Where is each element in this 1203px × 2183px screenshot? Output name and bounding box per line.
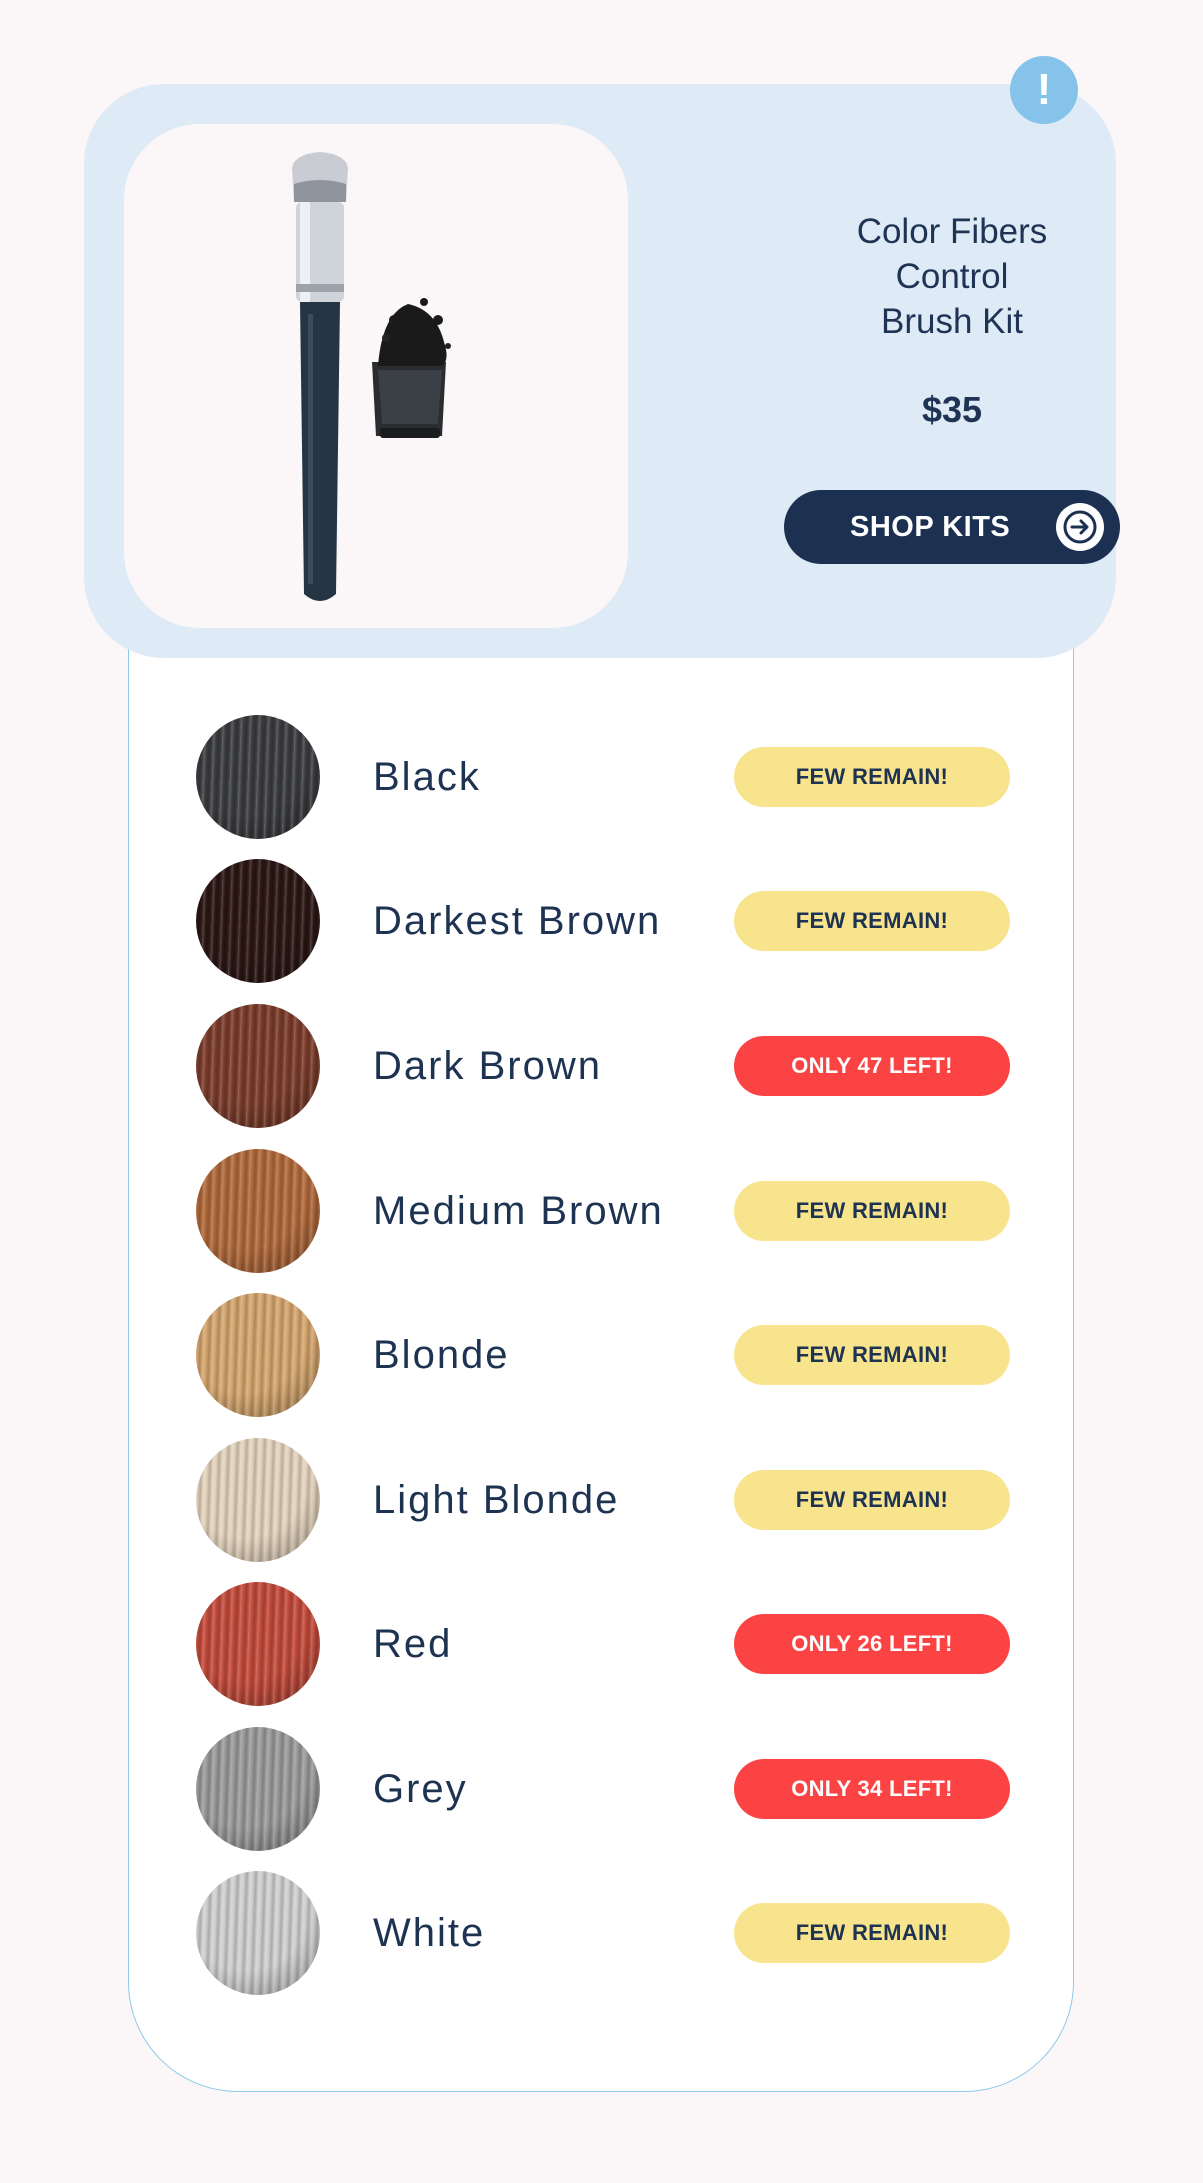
shade-row-light-blonde[interactable]: Light Blonde FEW REMAIN! (129, 1438, 1075, 1562)
stock-badge: ONLY 26 LEFT! (734, 1614, 1010, 1674)
product-image[interactable] (124, 124, 628, 628)
shade-row-white[interactable]: White FEW REMAIN! (129, 1871, 1075, 1995)
stock-badge: FEW REMAIN! (734, 891, 1010, 951)
shade-name: White (373, 1910, 486, 1955)
stock-badge: FEW REMAIN! (734, 1470, 1010, 1530)
shade-row-blonde[interactable]: Blonde FEW REMAIN! (129, 1293, 1075, 1417)
exclamation-icon[interactable]: ! (1010, 56, 1078, 124)
shade-list: Black FEW REMAIN! Darkest Brown FEW REMA… (128, 560, 1074, 2092)
shade-name: Medium Brown (373, 1188, 664, 1233)
swatch-grey (196, 1727, 320, 1851)
brush-kit-illustration (292, 152, 451, 601)
shade-name: Grey (373, 1766, 468, 1811)
shade-name: Darkest Brown (373, 898, 662, 943)
swatch-light-blonde (196, 1438, 320, 1562)
shade-row-red[interactable]: Red ONLY 26 LEFT! (129, 1582, 1075, 1706)
product-title: Color Fibers Control Brush Kit (712, 209, 1192, 344)
swatch-darkest-brown (196, 859, 320, 983)
product-title-line-2: Control (895, 257, 1009, 296)
shade-row-medium-brown[interactable]: Medium Brown FEW REMAIN! (129, 1149, 1075, 1273)
swatch-black (196, 715, 320, 839)
product-info: Color Fibers Control Brush Kit $35 SHOP … (712, 84, 1192, 658)
shade-row-grey[interactable]: Grey ONLY 34 LEFT! (129, 1727, 1075, 1851)
shop-kits-label: SHOP KITS (850, 510, 1011, 543)
stock-badge: FEW REMAIN! (734, 1325, 1010, 1385)
stock-badge: FEW REMAIN! (734, 747, 1010, 807)
swatch-white (196, 1871, 320, 1995)
shade-name: Blonde (373, 1332, 510, 1377)
shade-name: Dark Brown (373, 1043, 602, 1088)
shade-name: Black (373, 754, 481, 799)
swatch-red (196, 1582, 320, 1706)
stock-badge: FEW REMAIN! (734, 1181, 1010, 1241)
shade-row-dark-brown[interactable]: Dark Brown ONLY 47 LEFT! (129, 1004, 1075, 1128)
swatch-blonde (196, 1293, 320, 1417)
swatch-medium-brown (196, 1149, 320, 1273)
stock-badge: FEW REMAIN! (734, 1903, 1010, 1963)
arrow-right-icon (1056, 503, 1104, 551)
stock-badge: ONLY 47 LEFT! (734, 1036, 1010, 1096)
shade-row-darkest-brown[interactable]: Darkest Brown FEW REMAIN! (129, 859, 1075, 983)
product-title-line-3: Brush Kit (881, 302, 1023, 341)
shop-kits-button[interactable]: SHOP KITS (784, 490, 1120, 564)
swatch-dark-brown (196, 1004, 320, 1128)
product-price: $35 (921, 389, 983, 430)
product-card: Color Fibers Control Brush Kit $35 SHOP … (84, 84, 1120, 658)
stock-badge: ONLY 34 LEFT! (734, 1759, 1010, 1819)
shade-name: Red (373, 1621, 453, 1666)
shade-name: Light Blonde (373, 1477, 620, 1522)
shade-row-black[interactable]: Black FEW REMAIN! (129, 715, 1075, 839)
product-title-line-1: Color Fibers (856, 212, 1048, 251)
